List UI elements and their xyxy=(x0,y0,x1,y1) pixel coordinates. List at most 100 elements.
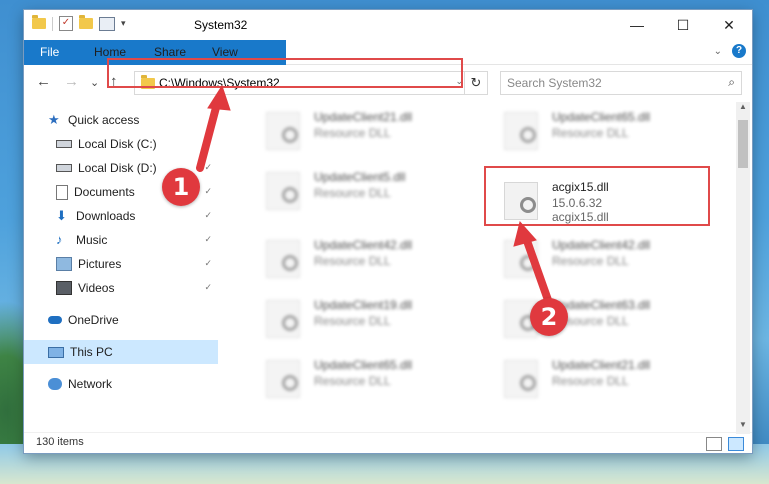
pin-icon[interactable]: ✓ xyxy=(204,210,212,221)
sidebar-item-local-disk-c[interactable]: Local Disk (C:) ✓ xyxy=(24,132,218,156)
toolbar-divider xyxy=(52,16,53,31)
window-title: System32 xyxy=(194,18,248,32)
back-button[interactable]: ← xyxy=(36,73,51,90)
dll-file-icon xyxy=(266,360,300,398)
file-type: Resource DLL xyxy=(314,254,391,268)
file-type: Resource DLL xyxy=(552,126,629,140)
step-2-badge: 2 xyxy=(530,298,568,336)
view-toggle xyxy=(706,437,744,451)
file-item[interactable]: UpdateClient5.dll Resource DLL xyxy=(258,166,488,216)
customize-toolbar-arrow[interactable]: ▾ xyxy=(121,18,126,29)
forward-button[interactable]: → xyxy=(64,73,79,90)
file-item[interactable]: UpdateClient19.dll Resource DLL xyxy=(258,294,488,344)
quick-access-toolbar: ✓ ▾ xyxy=(32,15,126,31)
pin-icon[interactable]: ✓ xyxy=(204,234,212,245)
sidebar-item-pictures[interactable]: Pictures ✓ xyxy=(24,252,218,276)
help-icon[interactable]: ? xyxy=(732,44,746,58)
sidebar-item-onedrive[interactable]: OneDrive xyxy=(24,308,218,332)
file-highlight-box xyxy=(484,166,710,226)
search-box[interactable]: Search System32 ⌕ xyxy=(500,71,742,95)
star-icon: ★ xyxy=(48,112,60,127)
file-type: Resource DLL xyxy=(314,186,391,200)
new-folder-icon[interactable] xyxy=(79,15,93,29)
item-count: 130 items xyxy=(36,436,84,448)
file-type: Resource DLL xyxy=(314,314,391,328)
cloud-icon xyxy=(48,316,62,324)
recent-locations-button[interactable]: ⌄ xyxy=(90,76,99,89)
sidebar-item-label: This PC xyxy=(70,345,113,359)
tiles-view-icon[interactable] xyxy=(728,437,744,451)
file-name: UpdateClient5.dll xyxy=(314,170,406,184)
file-item[interactable]: UpdateClient65.dll Resource DLL xyxy=(496,106,726,156)
vertical-scrollbar[interactable]: ▲ ▼ xyxy=(736,102,750,434)
expand-ribbon-chevron-icon[interactable]: ⌄ xyxy=(714,46,722,57)
status-bar: 130 items xyxy=(24,432,752,454)
scroll-thumb[interactable] xyxy=(738,120,748,168)
drive-icon xyxy=(56,140,72,148)
dll-file-icon xyxy=(504,112,538,150)
search-placeholder: Search System32 xyxy=(507,76,602,90)
folder-icon xyxy=(32,15,46,29)
refresh-button[interactable]: ↻ xyxy=(464,72,487,94)
file-item[interactable]: UpdateClient42.dll Resource DLL xyxy=(496,234,726,284)
ribbon-right: ⌄ ? xyxy=(714,44,746,58)
sidebar-item-label: Pictures xyxy=(78,257,122,271)
music-icon: ♪ xyxy=(56,232,63,247)
gear-icon xyxy=(282,315,298,331)
gear-icon xyxy=(282,127,298,143)
sidebar-item-music[interactable]: ♪ Music ✓ xyxy=(24,228,218,252)
file-name: UpdateClient42.dll xyxy=(552,238,651,252)
file-type: Resource DLL xyxy=(552,254,629,268)
file-name: UpdateClient21.dll xyxy=(552,358,651,372)
maximize-button[interactable]: ☐ xyxy=(660,10,706,40)
documents-icon xyxy=(56,184,68,200)
file-item[interactable]: UpdateClient65.dll Resource DLL xyxy=(258,354,488,404)
file-list: UpdateClient21.dll Resource DLL UpdateCl… xyxy=(230,102,736,432)
gear-icon xyxy=(520,127,536,143)
step-1-badge: 1 xyxy=(162,168,200,206)
pictures-icon xyxy=(56,257,72,271)
address-highlight-box xyxy=(107,58,463,88)
sidebar-item-label: OneDrive xyxy=(68,313,119,327)
gear-icon xyxy=(520,255,536,271)
pin-icon[interactable]: ✓ xyxy=(204,162,212,173)
details-view-icon[interactable] xyxy=(706,437,722,451)
videos-icon xyxy=(56,281,72,295)
file-item[interactable]: UpdateClient21.dll Resource DLL xyxy=(258,106,488,156)
sidebar-item-this-pc[interactable]: This PC xyxy=(24,340,218,364)
sidebar-item-videos[interactable]: Videos ✓ xyxy=(24,276,218,300)
pin-icon[interactable]: ✓ xyxy=(204,138,212,149)
file-name: UpdateClient42.dll xyxy=(314,238,413,252)
dll-file-icon xyxy=(266,240,300,278)
dll-file-icon xyxy=(504,360,538,398)
sidebar-item-quick-access[interactable]: ★ Quick access xyxy=(24,108,218,132)
gear-icon xyxy=(282,187,298,203)
file-item[interactable]: UpdateClient21.dll Resource DLL xyxy=(496,354,726,404)
sidebar-item-label: Documents xyxy=(74,185,135,199)
properties-icon[interactable] xyxy=(99,16,115,31)
dll-file-icon xyxy=(504,240,538,278)
sidebar-item-network[interactable]: Network xyxy=(24,372,218,396)
properties-check-icon[interactable]: ✓ xyxy=(59,16,73,31)
file-item[interactable]: UpdateClient42.dll Resource DLL xyxy=(258,234,488,284)
file-type: Resource DLL xyxy=(314,374,391,388)
minimize-button[interactable]: — xyxy=(614,10,660,40)
close-button[interactable]: ✕ xyxy=(706,10,752,40)
sidebar-item-label: Videos xyxy=(78,281,115,295)
pin-icon[interactable]: ✓ xyxy=(204,186,212,197)
gear-icon xyxy=(282,255,298,271)
pin-icon[interactable]: ✓ xyxy=(204,282,212,293)
scroll-up-arrow-icon[interactable]: ▲ xyxy=(736,102,750,116)
pin-icon[interactable]: ✓ xyxy=(204,258,212,269)
dll-file-icon xyxy=(266,112,300,150)
sidebar-item-label: Quick access xyxy=(68,113,140,127)
downloads-icon: ⬇ xyxy=(56,208,67,223)
dll-file-icon xyxy=(266,172,300,210)
sidebar-item-downloads[interactable]: ⬇ Downloads ✓ xyxy=(24,204,218,228)
file-name: UpdateClient65.dll xyxy=(314,358,413,372)
file-name: UpdateClient21.dll xyxy=(314,110,413,124)
computer-icon xyxy=(48,346,64,358)
sidebar-item-label: Downloads xyxy=(76,209,136,223)
navigation-pane: ★ Quick access Local Disk (C:) ✓ Local D… xyxy=(24,102,218,432)
file-type: Resource DLL xyxy=(552,374,629,388)
